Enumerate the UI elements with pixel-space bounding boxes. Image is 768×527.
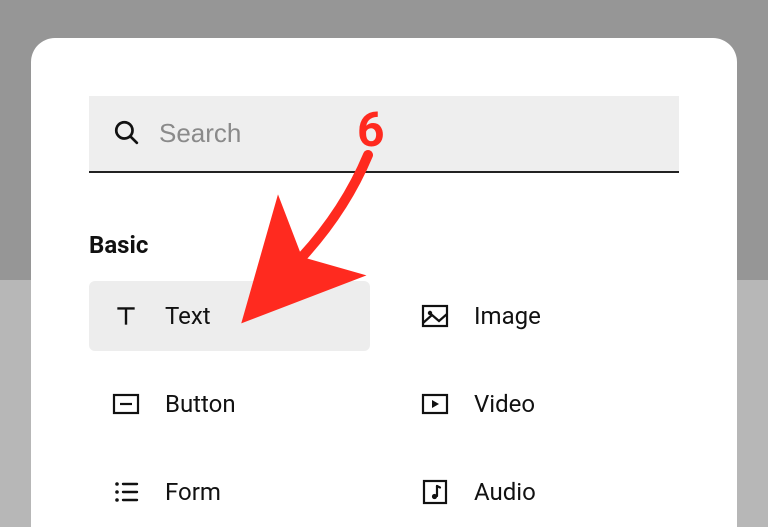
elements-grid: Text Image Button bbox=[89, 281, 679, 527]
text-icon bbox=[111, 301, 141, 331]
element-label: Audio bbox=[474, 478, 536, 506]
element-label: Image bbox=[474, 302, 541, 330]
form-icon bbox=[111, 477, 141, 507]
image-icon bbox=[420, 301, 450, 331]
annotation-step-number: 6 bbox=[357, 101, 385, 158]
element-label: Text bbox=[165, 302, 211, 330]
button-icon bbox=[111, 389, 141, 419]
element-item-text[interactable]: Text bbox=[89, 281, 370, 351]
element-item-button[interactable]: Button bbox=[89, 369, 370, 439]
element-label: Button bbox=[165, 390, 236, 418]
audio-icon bbox=[420, 477, 450, 507]
section-title-basic: Basic bbox=[89, 231, 679, 259]
search-icon bbox=[113, 119, 139, 149]
search-input[interactable] bbox=[159, 118, 655, 149]
video-icon bbox=[420, 389, 450, 419]
element-item-video[interactable]: Video bbox=[398, 369, 679, 439]
element-item-audio[interactable]: Audio bbox=[398, 457, 679, 527]
element-item-form[interactable]: Form bbox=[89, 457, 370, 527]
element-label: Video bbox=[474, 390, 535, 418]
element-item-image[interactable]: Image bbox=[398, 281, 679, 351]
element-label: Form bbox=[165, 478, 221, 506]
